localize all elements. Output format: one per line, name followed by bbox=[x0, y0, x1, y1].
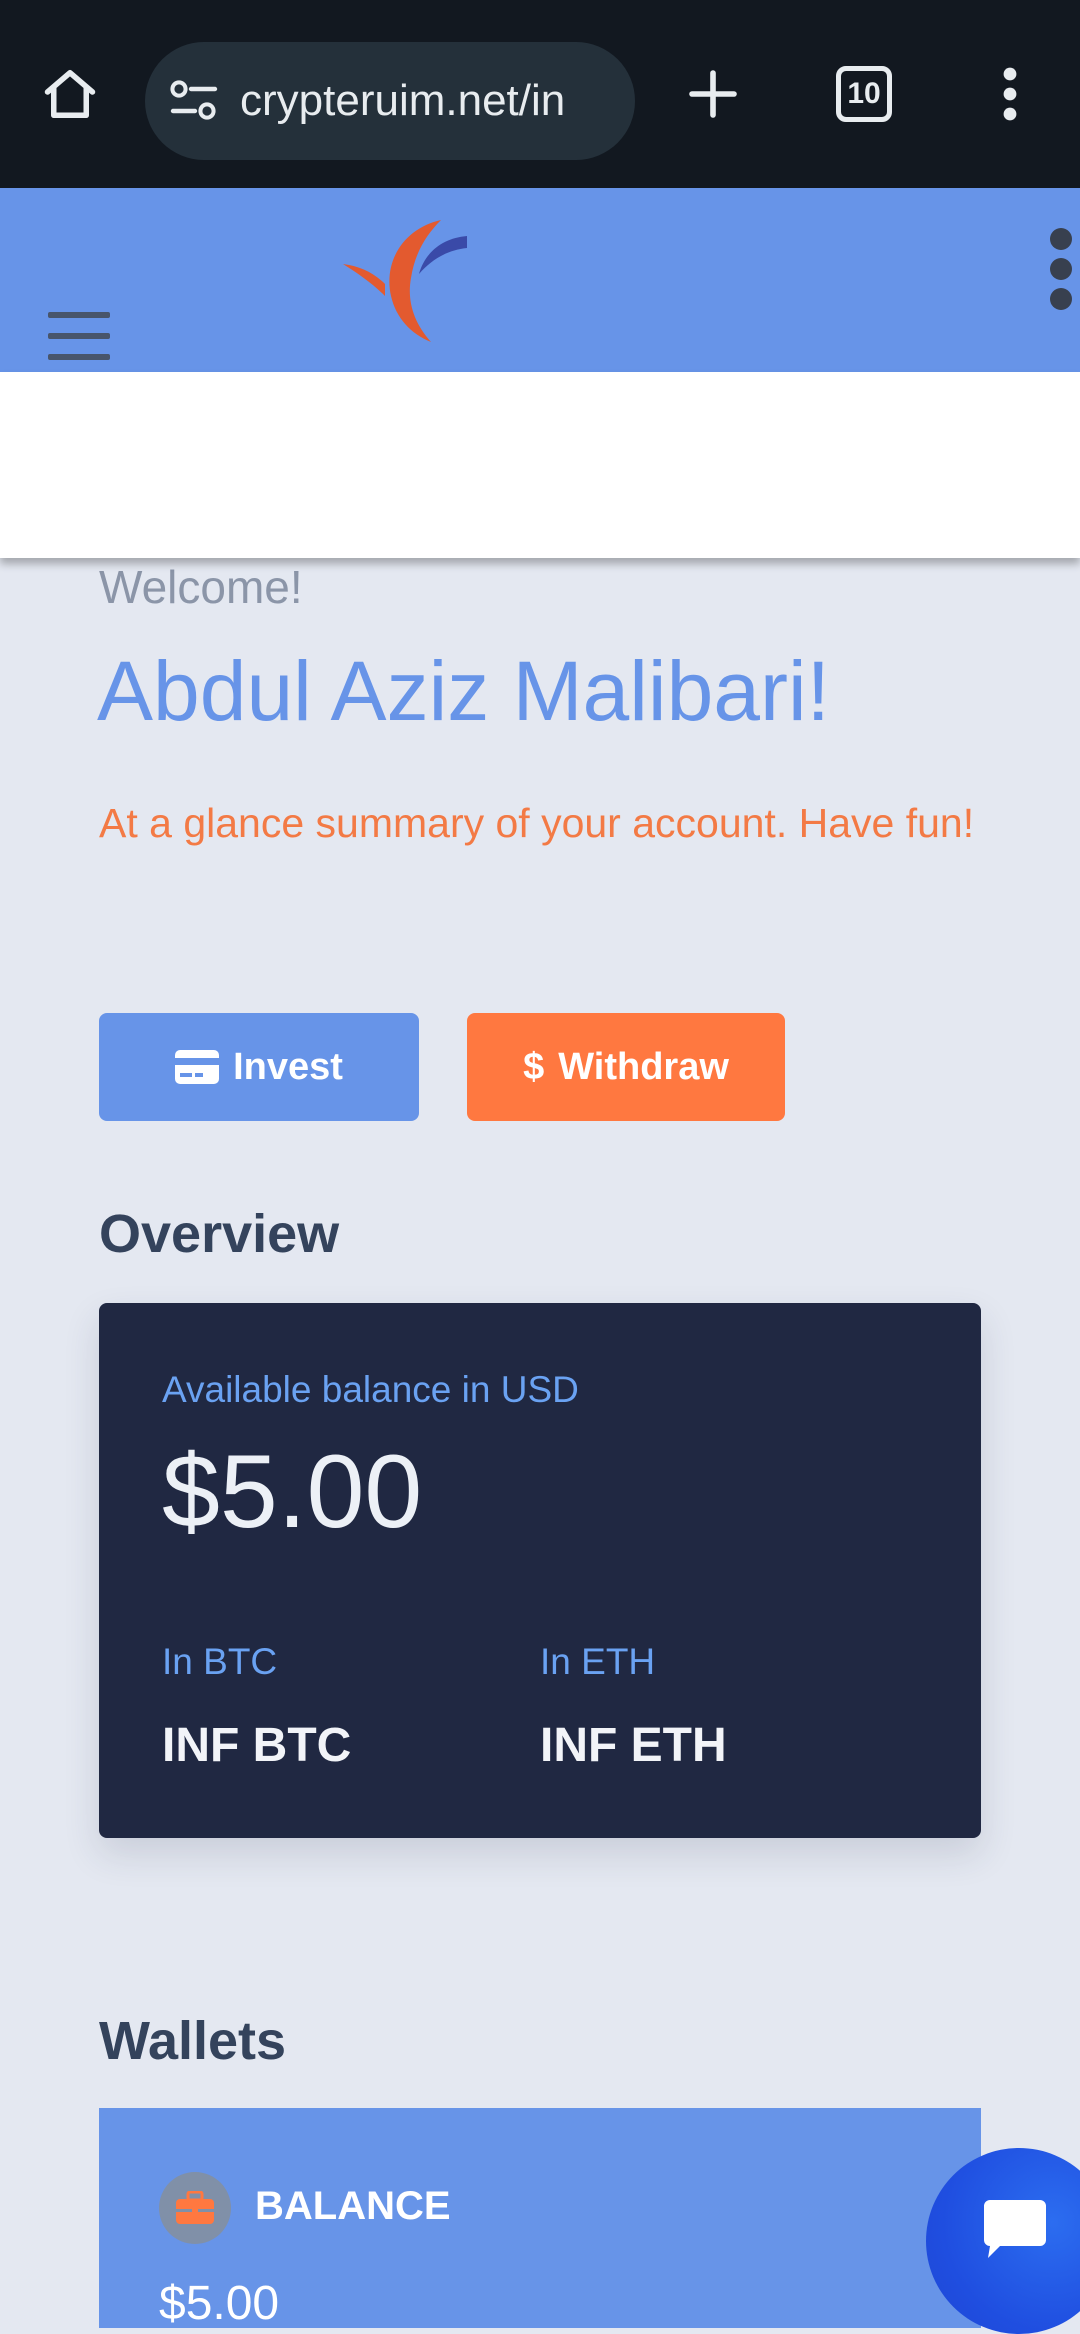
overview-card: Available balance in USD $5.00 In BTC IN… bbox=[99, 1303, 981, 1838]
site-settings-icon[interactable] bbox=[169, 79, 219, 123]
credit-card-icon bbox=[175, 1050, 220, 1084]
briefcase-icon bbox=[159, 2172, 231, 2244]
more-vert-icon[interactable] bbox=[990, 59, 1030, 129]
wallet-card[interactable]: BALANCE $5.00 bbox=[99, 2108, 981, 2328]
home-icon[interactable] bbox=[34, 58, 106, 130]
browser-toolbar: crypteruim.net/in 10 bbox=[0, 0, 1080, 188]
header-more-icon[interactable] bbox=[1040, 228, 1080, 310]
btc-label: In BTC bbox=[162, 1641, 278, 1682]
invest-button[interactable]: Invest bbox=[99, 1013, 419, 1121]
welcome-text: Welcome! bbox=[99, 561, 303, 613]
url-text[interactable]: crypteruim.net/in bbox=[240, 42, 565, 160]
chat-bubble-icon bbox=[984, 2200, 1046, 2258]
balance-amount: $5.00 bbox=[162, 1434, 423, 1550]
user-name-heading: Abdul Aziz Malibari! bbox=[97, 644, 830, 738]
invest-label: Invest bbox=[233, 1045, 343, 1088]
wallet-label: BALANCE bbox=[255, 2184, 451, 2228]
eth-value: INF ETH bbox=[540, 1719, 727, 1772]
notice-banner bbox=[0, 372, 1080, 558]
hamburger-menu-icon[interactable] bbox=[44, 306, 116, 366]
tab-count-button[interactable]: 10 bbox=[836, 66, 892, 122]
address-bar[interactable]: crypteruim.net/in bbox=[145, 42, 635, 160]
withdraw-button[interactable]: $ Withdraw bbox=[467, 1013, 785, 1121]
withdraw-label: Withdraw bbox=[558, 1045, 729, 1088]
new-tab-icon[interactable] bbox=[678, 59, 748, 129]
eth-label: In ETH bbox=[540, 1641, 656, 1682]
wallet-amount: $5.00 bbox=[159, 2277, 280, 2328]
wallets-heading: Wallets bbox=[99, 2011, 287, 2071]
btc-value: INF BTC bbox=[162, 1719, 352, 1772]
overview-heading: Overview bbox=[99, 1204, 340, 1264]
dollar-icon: $ bbox=[523, 1045, 545, 1088]
balance-label: Available balance in USD bbox=[162, 1369, 579, 1410]
site-logo[interactable] bbox=[335, 214, 475, 349]
summary-text: At a glance summary of your account. Hav… bbox=[99, 800, 975, 846]
site-header bbox=[0, 188, 1080, 372]
